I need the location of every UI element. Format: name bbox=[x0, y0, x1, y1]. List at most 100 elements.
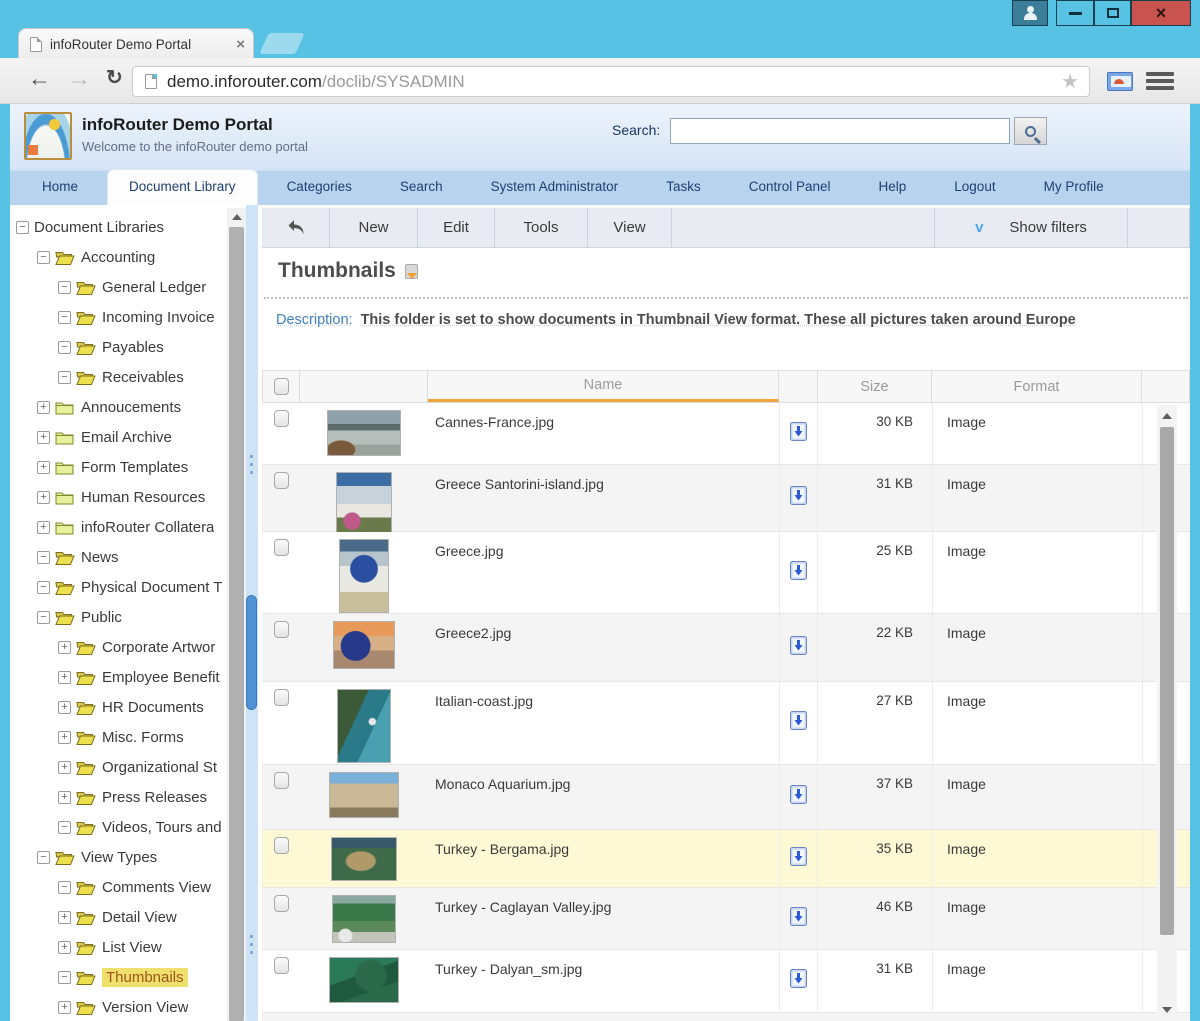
browser-tab[interactable]: infoRouter Demo Portal × bbox=[18, 28, 254, 59]
collapse-icon[interactable]: − bbox=[58, 971, 71, 984]
toolbar-button-new[interactable]: New bbox=[330, 208, 418, 247]
document-name-link[interactable]: Greece2.jpg bbox=[428, 614, 779, 681]
download-icon[interactable] bbox=[790, 486, 807, 510]
expand-icon[interactable]: + bbox=[58, 671, 71, 684]
sidebar-item-inforouter-collatera[interactable]: +infoRouter Collatera bbox=[10, 512, 228, 542]
document-name-link[interactable]: Monaco Aquarium.jpg bbox=[428, 765, 779, 829]
expand-icon[interactable]: + bbox=[37, 431, 50, 444]
document-name-link[interactable]: Greece Santorini-island.jpg bbox=[428, 465, 779, 531]
address-bar[interactable]: demo.inforouter.com/doclib/SYSADMIN ★ bbox=[132, 66, 1090, 97]
sidebar-item-corporate-artwor[interactable]: +Corporate Artwor bbox=[10, 632, 228, 662]
collapse-icon[interactable]: − bbox=[58, 311, 71, 324]
sidebar-item-hr-documents[interactable]: +HR Documents bbox=[10, 692, 228, 722]
expand-icon[interactable]: + bbox=[58, 701, 71, 714]
sidebar-scroll-thumb[interactable] bbox=[229, 227, 244, 1021]
nav-item-my-profile[interactable]: My Profile bbox=[1044, 170, 1104, 205]
sidebar-item-comments-view[interactable]: −Comments View bbox=[10, 872, 228, 902]
sidebar-item-payables[interactable]: −Payables bbox=[10, 332, 228, 362]
document-thumbnail[interactable] bbox=[329, 772, 399, 818]
collapse-icon[interactable]: − bbox=[58, 341, 71, 354]
table-scrollbar[interactable] bbox=[1157, 405, 1177, 1020]
back-arrow-icon[interactable]: ← bbox=[28, 65, 51, 92]
collapse-icon[interactable]: − bbox=[58, 821, 71, 834]
expand-icon[interactable]: + bbox=[58, 641, 71, 654]
download-icon[interactable] bbox=[790, 907, 807, 931]
nav-item-system-administrator[interactable]: System Administrator bbox=[491, 170, 619, 205]
document-thumbnail[interactable] bbox=[329, 957, 399, 1003]
toolbar-button-view[interactable]: View bbox=[588, 208, 672, 247]
collapse-icon[interactable]: − bbox=[37, 611, 50, 624]
collapse-icon[interactable]: − bbox=[37, 851, 50, 864]
document-thumbnail[interactable] bbox=[332, 895, 396, 943]
document-name-link[interactable]: Greece.jpg bbox=[428, 532, 779, 613]
expand-icon[interactable]: + bbox=[37, 401, 50, 414]
close-button[interactable]: × bbox=[1131, 0, 1191, 26]
expand-icon[interactable]: + bbox=[58, 761, 71, 774]
checkbox[interactable] bbox=[274, 772, 289, 789]
document-name-link[interactable]: Turkey - Bergama.jpg bbox=[428, 830, 779, 887]
sidebar-item-version-view[interactable]: +Version View bbox=[10, 992, 228, 1021]
bookmark-star-icon[interactable]: ★ bbox=[1061, 69, 1079, 94]
document-thumbnail[interactable] bbox=[337, 689, 391, 763]
sidebar-item-misc-forms[interactable]: +Misc. Forms bbox=[10, 722, 228, 752]
document-thumbnail[interactable] bbox=[331, 837, 397, 881]
table-scroll-thumb[interactable] bbox=[1160, 427, 1174, 935]
nav-item-home[interactable]: Home bbox=[42, 170, 78, 205]
header-name[interactable]: Name bbox=[428, 371, 779, 402]
checkbox[interactable] bbox=[274, 895, 289, 912]
checkbox[interactable] bbox=[274, 837, 289, 854]
checkbox[interactable] bbox=[274, 410, 289, 427]
scroll-up-icon[interactable] bbox=[1157, 407, 1177, 423]
sidebar-item-view-types[interactable]: −View Types bbox=[10, 842, 228, 872]
toolbar-button-edit[interactable]: Edit bbox=[418, 208, 495, 247]
sidebar-item-detail-view[interactable]: +Detail View bbox=[10, 902, 228, 932]
note-edit-icon[interactable] bbox=[405, 264, 418, 279]
sidebar-scrollbar[interactable] bbox=[227, 208, 246, 1021]
nav-item-categories[interactable]: Categories bbox=[287, 170, 352, 205]
scroll-up-icon[interactable] bbox=[227, 208, 246, 225]
expand-icon[interactable]: + bbox=[58, 911, 71, 924]
collapse-icon[interactable]: − bbox=[58, 881, 71, 894]
checkbox[interactable] bbox=[274, 378, 289, 395]
browser-menu-button[interactable] bbox=[1146, 69, 1174, 93]
download-icon[interactable] bbox=[790, 969, 807, 993]
document-name-link[interactable]: Italian-coast.jpg bbox=[428, 682, 779, 764]
sidebar-item-videos-tours-and[interactable]: −Videos, Tours and bbox=[10, 812, 228, 842]
sidebar-item-email-archive[interactable]: +Email Archive bbox=[10, 422, 228, 452]
expand-icon[interactable]: + bbox=[37, 461, 50, 474]
download-icon[interactable] bbox=[790, 422, 807, 446]
document-thumbnail[interactable] bbox=[339, 539, 389, 613]
sidebar-item-incoming-invoice[interactable]: −Incoming Invoice bbox=[10, 302, 228, 332]
checkbox[interactable] bbox=[274, 957, 289, 974]
nav-item-logout[interactable]: Logout bbox=[954, 170, 995, 205]
splitter-handle[interactable] bbox=[246, 595, 257, 710]
collapse-icon[interactable]: − bbox=[37, 551, 50, 564]
collapse-icon[interactable]: − bbox=[16, 221, 29, 234]
sidebar-item-general-ledger[interactable]: −General Ledger bbox=[10, 272, 228, 302]
new-tab-button[interactable] bbox=[259, 33, 304, 54]
tab-close-icon[interactable]: × bbox=[236, 36, 245, 53]
toolbar-button-tools[interactable]: Tools bbox=[495, 208, 588, 247]
sidebar-item-list-view[interactable]: +List View bbox=[10, 932, 228, 962]
collapse-icon[interactable]: − bbox=[37, 581, 50, 594]
document-name-link[interactable]: Cannes-France.jpg bbox=[428, 403, 779, 464]
download-icon[interactable] bbox=[790, 785, 807, 809]
sidebar-item-form-templates[interactable]: +Form Templates bbox=[10, 452, 228, 482]
sidebar-item-accounting[interactable]: −Accounting bbox=[10, 242, 228, 272]
refresh-icon[interactable]: ↻ bbox=[106, 65, 123, 90]
document-name-link[interactable]: Turkey - Caglayan Valley.jpg bbox=[428, 888, 779, 949]
sidebar-item-thumbnails[interactable]: −Thumbnails bbox=[10, 962, 228, 992]
collapse-icon[interactable]: − bbox=[58, 281, 71, 294]
download-icon[interactable] bbox=[790, 847, 807, 871]
sidebar-item-annoucements[interactable]: +Annoucements bbox=[10, 392, 228, 422]
forward-arrow-icon[interactable]: → bbox=[68, 65, 91, 92]
checkbox[interactable] bbox=[274, 539, 289, 556]
document-thumbnail[interactable] bbox=[333, 621, 395, 669]
expand-icon[interactable]: + bbox=[37, 521, 50, 534]
sidebar-item-press-releases[interactable]: +Press Releases bbox=[10, 782, 228, 812]
checkbox[interactable] bbox=[274, 621, 289, 638]
search-button[interactable] bbox=[1014, 117, 1047, 145]
document-thumbnail[interactable] bbox=[336, 472, 392, 534]
expand-icon[interactable]: + bbox=[58, 941, 71, 954]
checkbox[interactable] bbox=[274, 472, 289, 489]
